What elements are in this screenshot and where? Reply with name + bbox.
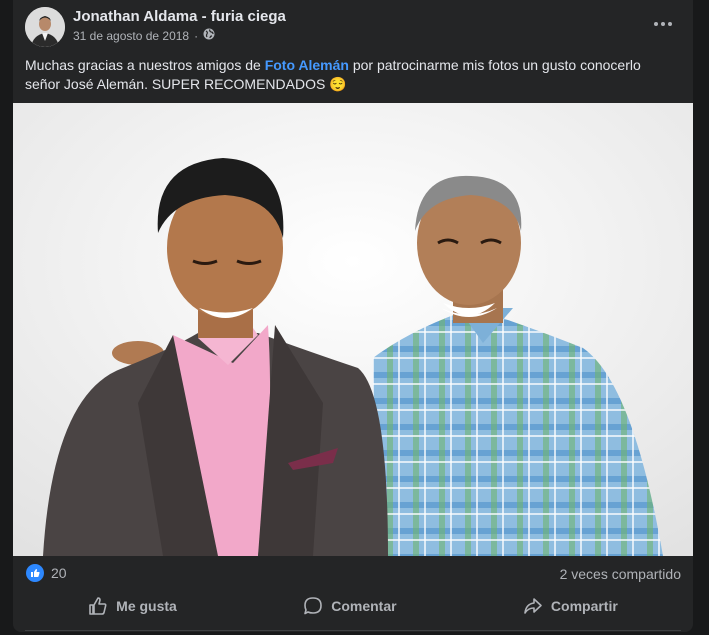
page-mention-link[interactable]: Foto Alemán [265,57,349,73]
author-name[interactable]: Jonathan Aldama - furia ciega [73,8,286,25]
comment-button-label: Comentar [331,598,397,614]
post-photo[interactable] [13,103,693,556]
post-text: Muchas gracias a nuestros amigos de Foto… [25,56,675,94]
share-button-label: Compartir [550,598,618,614]
post-date[interactable]: 31 de agosto de 2018 [73,29,189,43]
post-stats: 20 2 veces compartido [13,557,693,589]
post-actions: Me gusta Comentar Compartir [25,589,681,623]
comment-icon [304,597,323,615]
divider [25,630,681,631]
meta-separator: · [194,28,199,43]
share-count[interactable]: 2 veces compartido [560,566,681,582]
photo-two-men [13,103,693,556]
thumbs-up-icon [89,597,107,615]
like-button[interactable]: Me gusta [78,592,187,620]
post-card: Jonathan Aldama - furia ciega 31 de agos… [13,0,693,632]
like-count[interactable]: 20 [51,565,67,581]
more-options-icon[interactable] [651,14,675,34]
relieved-face-emoji: 😌 [329,76,347,92]
post-header: Jonathan Aldama - furia ciega 31 de agos… [13,0,693,50]
author-avatar[interactable] [25,7,65,47]
comment-button[interactable]: Comentar [293,592,406,620]
share-button[interactable]: Compartir [513,592,628,620]
globe-icon[interactable] [203,28,215,43]
share-icon [524,598,542,614]
post-text-intro: Muchas gracias a nuestros amigos de [25,57,265,73]
post-meta: 31 de agosto de 2018 · [73,28,215,43]
like-button-label: Me gusta [116,598,177,614]
avatar-image [25,7,65,47]
like-icon[interactable] [26,564,44,582]
